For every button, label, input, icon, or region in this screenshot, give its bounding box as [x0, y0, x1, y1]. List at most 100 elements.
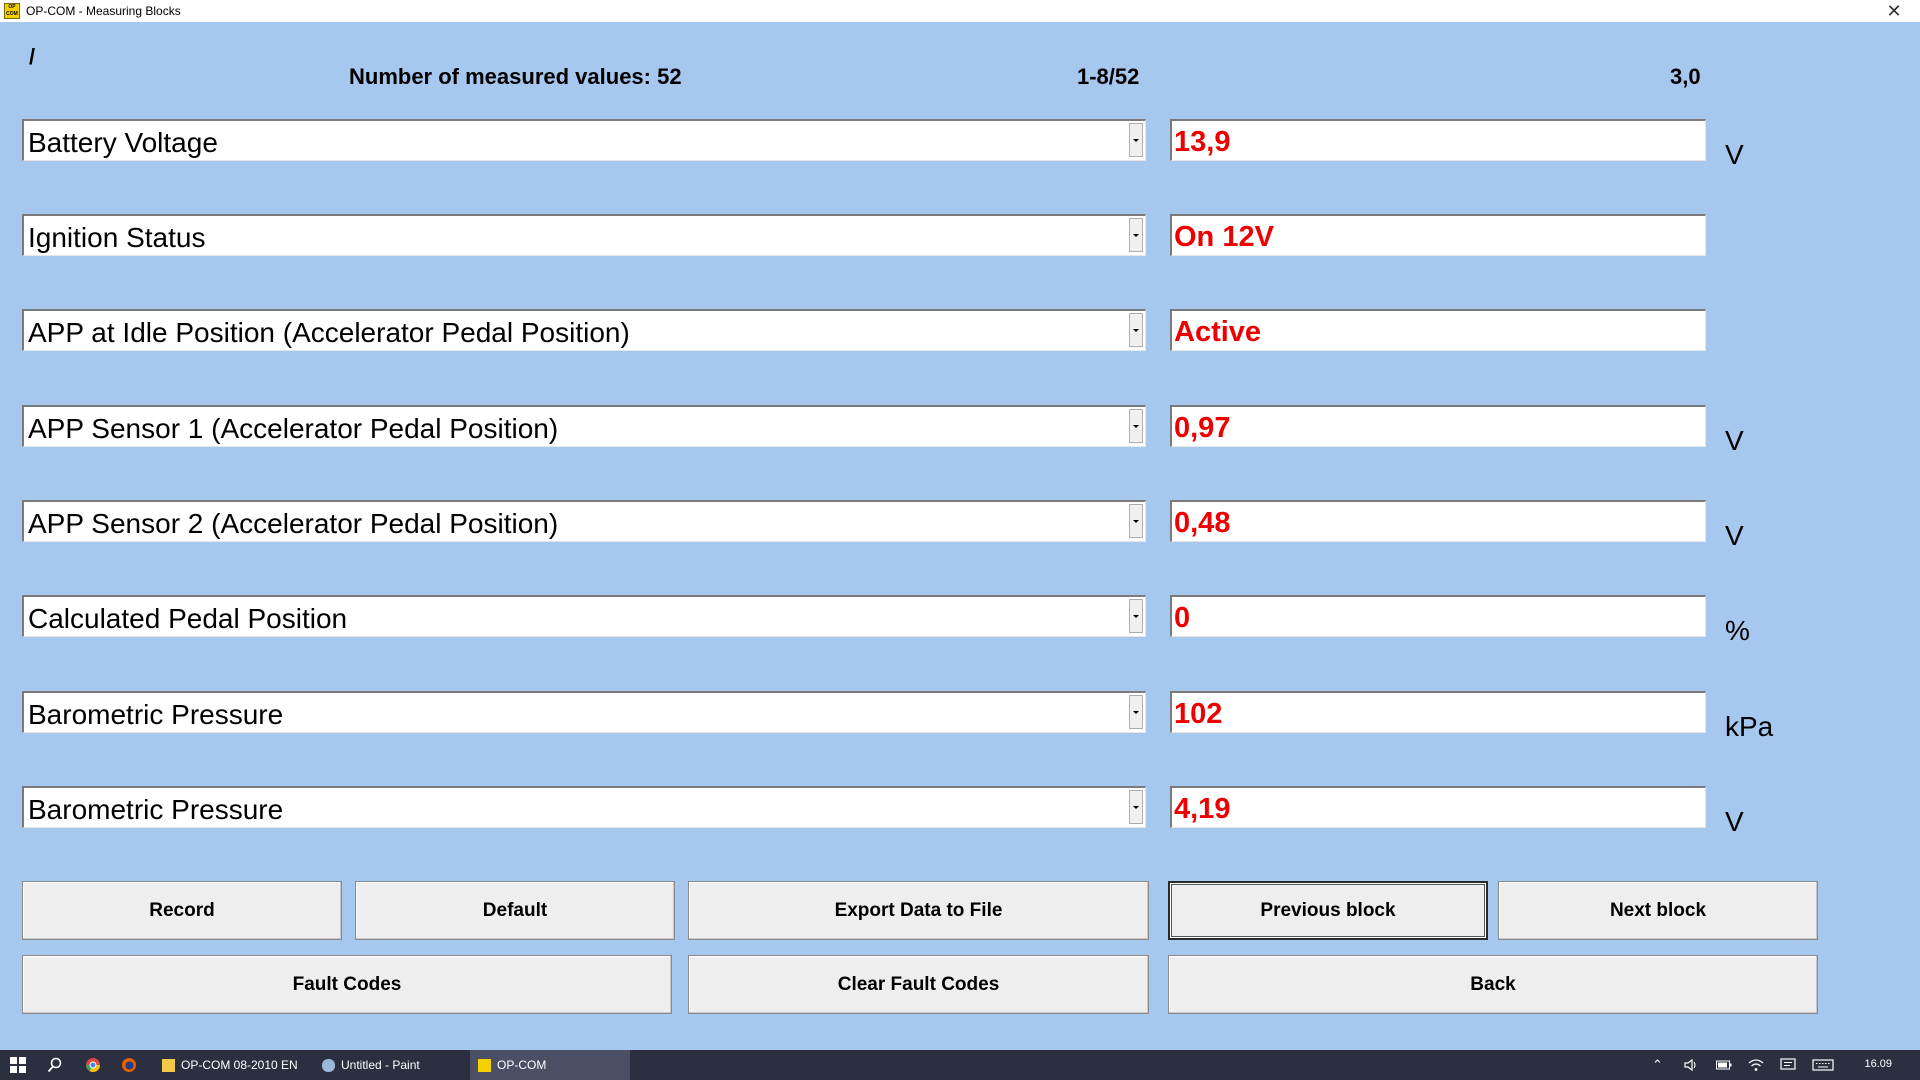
battery-status-icon	[1716, 1060, 1732, 1070]
search-button[interactable]	[40, 1050, 70, 1080]
task-label: Untitled - Paint	[341, 1058, 420, 1072]
unit-label: V	[1725, 139, 1744, 170]
parameter-select[interactable]: Barometric Pressure	[22, 691, 1146, 733]
dropdown-button[interactable]	[1129, 790, 1143, 824]
measure-row: Calculated Pedal Position 0 %	[0, 595, 1920, 646]
dropdown-button[interactable]	[1129, 599, 1143, 633]
task-label: OP-COM	[497, 1058, 547, 1072]
measure-row: APP Sensor 1 (Accelerator Pedal Position…	[0, 405, 1920, 456]
opcom-logo-icon: OP COM	[4, 3, 20, 19]
measured-value: 0	[1174, 602, 1191, 634]
parameter-name: Ignition Status	[28, 222, 206, 253]
measure-row: Battery Voltage 13,9 V	[0, 119, 1920, 170]
unit-label: V	[1725, 520, 1744, 551]
value-field: 4,19	[1170, 786, 1706, 828]
title-bar: OP COM OP-COM - Measuring Blocks ✕	[0, 0, 1920, 22]
dropdown-button[interactable]	[1129, 504, 1143, 538]
value-field: 0,48	[1170, 500, 1706, 542]
back-button[interactable]: Back	[1168, 955, 1818, 1014]
value-field: Active	[1170, 309, 1706, 351]
firefox-icon	[122, 1058, 136, 1072]
folder-icon	[162, 1058, 175, 1072]
value-field: 0	[1170, 595, 1706, 637]
parameter-name: Calculated Pedal Position	[28, 603, 348, 634]
tray-chevron-up-icon[interactable]: ⌃	[1652, 1050, 1663, 1080]
battery-icon[interactable]	[1716, 1050, 1732, 1080]
default-button[interactable]: Default	[355, 881, 675, 940]
parameter-name: Barometric Pressure	[28, 699, 284, 730]
measured-value: 0,97	[1174, 412, 1231, 444]
chevron-down-icon	[1133, 233, 1139, 237]
chevron-down-icon	[1133, 710, 1139, 714]
measured-values-count: Number of measured values: 52	[349, 64, 682, 89]
dropdown-button[interactable]	[1129, 695, 1143, 729]
task-paint[interactable]: Untitled - Paint	[314, 1050, 470, 1080]
message-icon	[1780, 1058, 1796, 1070]
parameter-name: APP Sensor 1 (Accelerator Pedal Position…	[28, 413, 559, 444]
measured-value: 0,48	[1174, 507, 1231, 539]
chevron-down-icon	[1133, 328, 1139, 332]
measured-value: 13,9	[1174, 126, 1231, 158]
measure-row: APP at Idle Position (Accelerator Pedal …	[0, 309, 1920, 351]
keyboard-icon[interactable]	[1812, 1050, 1834, 1080]
fault-codes-button[interactable]: Fault Codes	[22, 955, 672, 1014]
search-icon	[47, 1057, 62, 1073]
value-field: 0,97	[1170, 405, 1706, 447]
measured-value: 4,19	[1174, 793, 1231, 825]
clear-fault-codes-button[interactable]: Clear Fault Codes	[688, 955, 1149, 1014]
measure-row: Ignition Status On 12V	[0, 214, 1920, 256]
measure-row: Barometric Pressure 102 kPa	[0, 691, 1920, 742]
volume-icon[interactable]	[1684, 1050, 1700, 1080]
sample-rate: 3,0	[1670, 64, 1701, 89]
value-field: 13,9	[1170, 119, 1706, 161]
parameter-select[interactable]: Battery Voltage	[22, 119, 1146, 161]
export-data-button[interactable]: Export Data to File	[688, 881, 1149, 940]
previous-block-button[interactable]: Previous block	[1168, 881, 1488, 940]
opcom-logo-icon	[478, 1058, 491, 1072]
unit-label: kPa	[1725, 711, 1774, 742]
close-window-button[interactable]: ✕	[1876, 0, 1912, 22]
close-icon: ✕	[1886, 0, 1902, 21]
unit-label: V	[1725, 806, 1744, 837]
chrome-taskbar-button[interactable]	[78, 1050, 108, 1080]
chevron-down-icon	[1133, 614, 1139, 618]
parameter-select[interactable]: APP Sensor 2 (Accelerator Pedal Position…	[22, 500, 1146, 542]
clock[interactable]: 16.09	[1864, 1058, 1892, 1070]
parameter-select[interactable]: APP Sensor 1 (Accelerator Pedal Position…	[22, 405, 1146, 447]
notifications-icon[interactable]	[1780, 1050, 1796, 1080]
parameter-select[interactable]: Ignition Status	[22, 214, 1146, 256]
record-button[interactable]: Record	[22, 881, 342, 940]
taskbar: OP-COM 08-2010 EN Untitled - Paint OP-CO…	[0, 1050, 1920, 1080]
chevron-down-icon	[1133, 424, 1139, 428]
parameter-name: APP Sensor 2 (Accelerator Pedal Position…	[28, 508, 559, 539]
chevron-down-icon	[1133, 519, 1139, 523]
chevron-down-icon	[1133, 805, 1139, 809]
firefox-taskbar-button[interactable]	[114, 1050, 144, 1080]
parameter-name: Barometric Pressure	[28, 794, 284, 825]
parameter-select[interactable]: Calculated Pedal Position	[22, 595, 1146, 637]
task-opcom[interactable]: OP-COM	[470, 1050, 630, 1080]
unit-label: %	[1725, 615, 1750, 646]
speaker-icon	[1684, 1058, 1696, 1072]
measure-row: Barometric Pressure 4,19 V	[0, 786, 1920, 837]
parameter-name: APP at Idle Position (Accelerator Pedal …	[28, 317, 630, 348]
start-button[interactable]	[0, 1050, 36, 1080]
dropdown-button[interactable]	[1129, 218, 1143, 252]
measured-value: On 12V	[1174, 221, 1274, 253]
dropdown-button[interactable]	[1129, 313, 1143, 347]
measured-value: Active	[1174, 316, 1262, 348]
next-block-button[interactable]: Next block	[1498, 881, 1818, 940]
unit-label: V	[1725, 425, 1744, 456]
dropdown-button[interactable]	[1129, 409, 1143, 443]
value-field: 102	[1170, 691, 1706, 733]
parameter-select[interactable]: Barometric Pressure	[22, 786, 1146, 828]
parameter-name: Battery Voltage	[28, 127, 218, 158]
task-opcom-folder[interactable]: OP-COM 08-2010 EN	[154, 1050, 314, 1080]
windows-logo-icon	[10, 1057, 26, 1073]
wifi-icon[interactable]	[1748, 1050, 1764, 1080]
parameter-select[interactable]: APP at Idle Position (Accelerator Pedal …	[22, 309, 1146, 351]
dropdown-button[interactable]	[1129, 123, 1143, 157]
path-indicator: /	[29, 44, 36, 69]
block-range: 1-8/52	[1077, 64, 1140, 89]
paint-icon	[322, 1058, 335, 1072]
